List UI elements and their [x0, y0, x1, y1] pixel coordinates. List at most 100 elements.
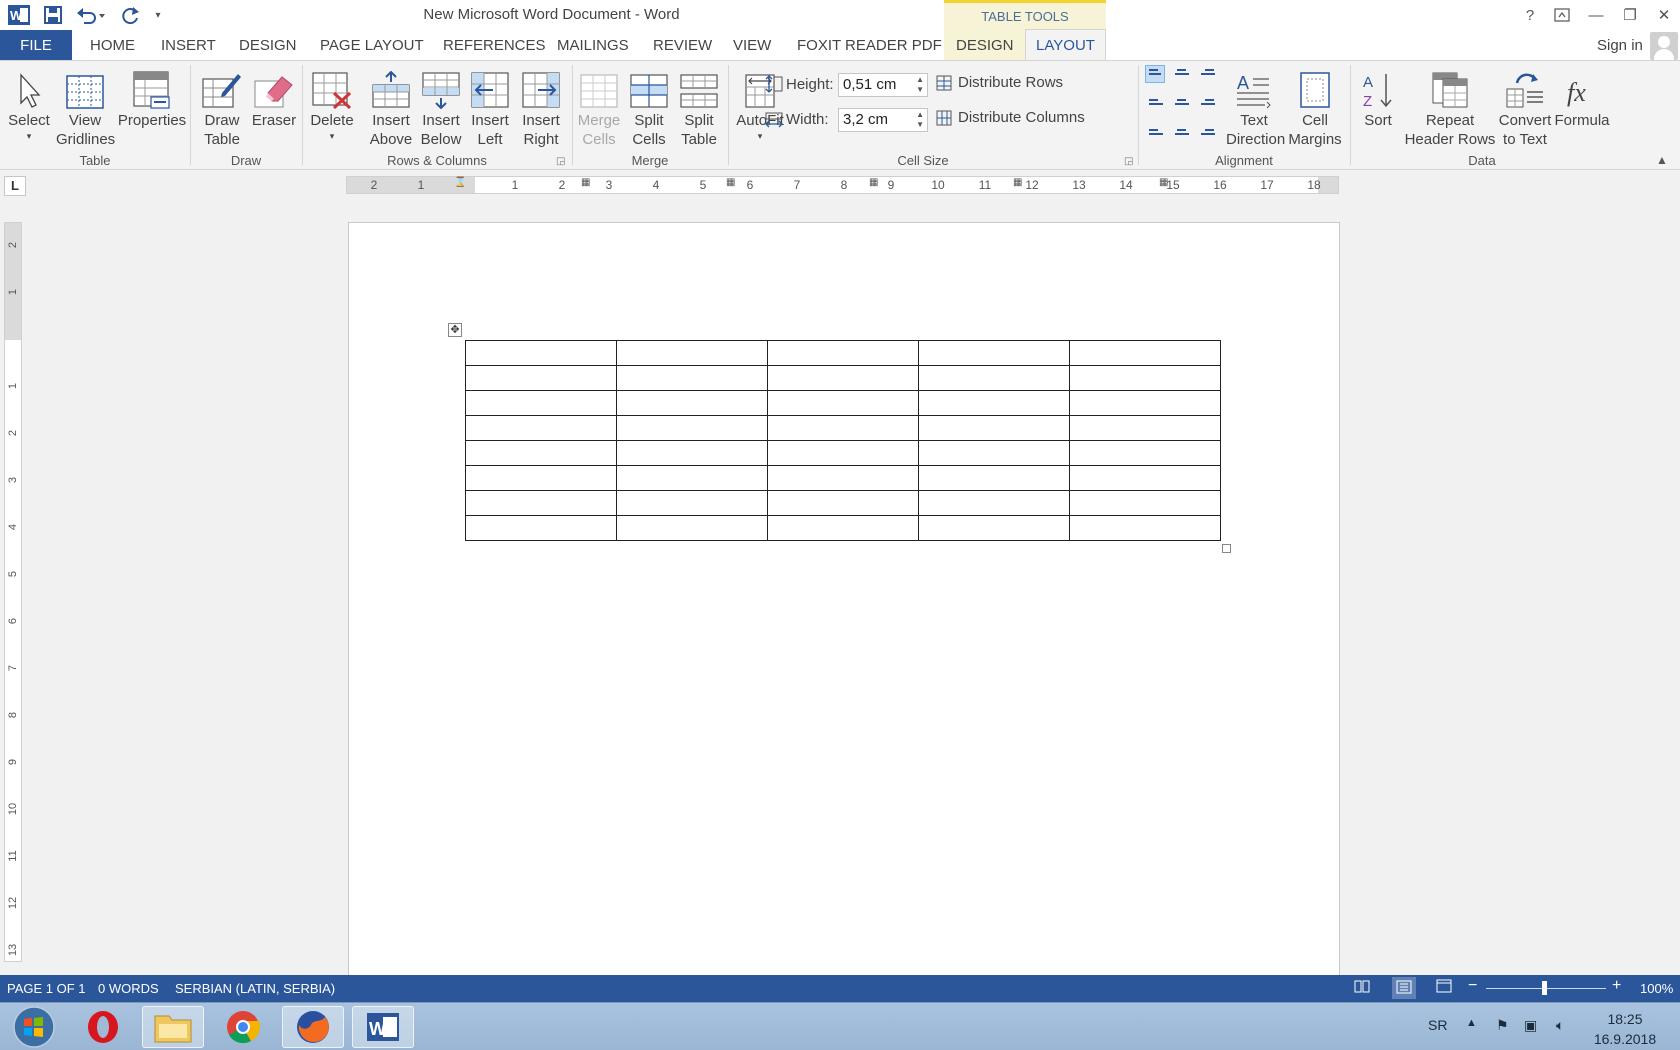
- column-marker-icon[interactable]: ▦: [726, 177, 735, 188]
- distribute-columns-button[interactable]: Distribute Columns: [936, 109, 1085, 126]
- system-clock[interactable]: 18:25 16.9.2018: [1585, 1009, 1665, 1049]
- sign-in-link[interactable]: Sign in: [1597, 30, 1643, 60]
- table-cell[interactable]: [616, 465, 768, 491]
- zoom-level[interactable]: 100%: [1640, 981, 1673, 996]
- text-direction-button[interactable]: A Text Direction: [1226, 63, 1285, 149]
- distribute-rows-button[interactable]: Distribute Rows: [936, 74, 1063, 91]
- table-move-handle-icon[interactable]: ✥: [448, 323, 462, 337]
- help-icon[interactable]: ?: [1516, 2, 1544, 28]
- table-cell[interactable]: [465, 415, 617, 441]
- insert-right-button[interactable]: Insert Right: [516, 63, 566, 149]
- table-cell[interactable]: [616, 340, 768, 366]
- insert-below-button[interactable]: Insert Below: [416, 63, 466, 149]
- table-cell[interactable]: [1069, 515, 1221, 541]
- split-cells-button[interactable]: Split Cells: [624, 63, 674, 149]
- tab-view[interactable]: VIEW: [733, 30, 771, 60]
- table-cell[interactable]: [616, 515, 768, 541]
- properties-button[interactable]: Properties: [114, 63, 190, 130]
- rows-columns-launcher-icon[interactable]: ◲: [556, 156, 565, 167]
- table-cell[interactable]: [465, 390, 617, 416]
- table-cell[interactable]: [767, 365, 919, 391]
- table-cell[interactable]: [918, 415, 1070, 441]
- table-cell[interactable]: [1069, 415, 1221, 441]
- table-cell[interactable]: [918, 365, 1070, 391]
- zoom-out-icon[interactable]: −: [1468, 977, 1477, 995]
- volume-icon[interactable]: 🔈︎: [1556, 1017, 1564, 1034]
- zoom-in-icon[interactable]: +: [1612, 977, 1621, 995]
- vertical-ruler[interactable]: 2 1 1 2 3 4 5 6 7 8 9 10 11 12 13: [4, 222, 22, 962]
- word-taskbar-icon[interactable]: W: [352, 1006, 414, 1048]
- table-cell[interactable]: [465, 340, 617, 366]
- tab-references[interactable]: REFERENCES: [443, 30, 546, 60]
- tab-home[interactable]: HOME: [90, 30, 135, 60]
- table-cell[interactable]: [767, 465, 919, 491]
- table-cell[interactable]: [767, 340, 919, 366]
- document-table[interactable]: [465, 340, 1221, 541]
- file-explorer-icon[interactable]: [142, 1006, 204, 1048]
- input-language-indicator[interactable]: SR: [1428, 1017, 1447, 1033]
- network-icon[interactable]: ▣: [1524, 1017, 1537, 1034]
- table-cell[interactable]: [918, 465, 1070, 491]
- sort-button[interactable]: AZ Sort: [1356, 63, 1400, 130]
- tab-mailings[interactable]: MAILINGS: [557, 30, 629, 60]
- view-gridlines-button[interactable]: View Gridlines: [56, 63, 115, 149]
- width-spin-arrows-icon[interactable]: ▲ ▼: [916, 110, 924, 130]
- table-cell[interactable]: [767, 515, 919, 541]
- draw-table-button[interactable]: Draw Table: [196, 63, 248, 149]
- repeat-header-rows-button[interactable]: Repeat Header Rows: [1402, 63, 1498, 149]
- align-top-left-icon[interactable]: [1145, 65, 1165, 83]
- chrome-icon[interactable]: [212, 1006, 274, 1048]
- table-cell[interactable]: [767, 440, 919, 466]
- table-cell[interactable]: [616, 365, 768, 391]
- horizontal-ruler[interactable]: 2 1 1 2 3 4 5 6 7 8 9 10 11 12 13 14 15 16 17 18 ⌛ ▦ ▦ ▦ ▦ …: [346, 176, 1339, 194]
- show-hidden-icons-icon[interactable]: ▲: [1466, 1017, 1477, 1029]
- tab-table-layout[interactable]: LAYOUT: [1025, 29, 1106, 61]
- insert-left-button[interactable]: Insert Left: [466, 63, 514, 149]
- table-cell[interactable]: [465, 440, 617, 466]
- page-count[interactable]: PAGE 1 OF 1: [7, 981, 86, 996]
- align-top-center-icon[interactable]: [1171, 65, 1191, 83]
- merge-cells-button[interactable]: Merge Cells: [574, 63, 624, 149]
- insert-above-button[interactable]: Insert Above: [366, 63, 416, 149]
- height-stepper[interactable]: 0,51 cm ▲ ▼: [838, 73, 928, 97]
- table-cell[interactable]: [616, 390, 768, 416]
- align-center-icon[interactable]: [1171, 92, 1191, 110]
- tab-foxit-reader-pdf[interactable]: FOXIT READER PDF: [797, 30, 942, 60]
- tab-design[interactable]: DESIGN: [239, 30, 297, 60]
- document-page[interactable]: [348, 222, 1340, 982]
- table-cell[interactable]: [1069, 490, 1221, 516]
- column-marker-icon[interactable]: ▦: [1159, 177, 1168, 188]
- table-cell[interactable]: [918, 490, 1070, 516]
- cell-size-launcher-icon[interactable]: ◲: [1124, 156, 1133, 167]
- start-button[interactable]: [4, 1006, 64, 1048]
- table-cell[interactable]: [616, 490, 768, 516]
- delete-button[interactable]: Delete ▾: [306, 63, 358, 142]
- align-bottom-center-icon[interactable]: [1171, 119, 1191, 137]
- formula-button[interactable]: fx Formula: [1554, 63, 1610, 130]
- align-bottom-right-icon[interactable]: [1197, 119, 1217, 137]
- table-cell[interactable]: [465, 465, 617, 491]
- table-cell[interactable]: [1069, 465, 1221, 491]
- zoom-slider-thumb[interactable]: [1542, 981, 1547, 995]
- table-resize-handle[interactable]: [1222, 544, 1231, 553]
- table-cell[interactable]: [918, 515, 1070, 541]
- restore-button[interactable]: ❐: [1616, 2, 1644, 28]
- table-cell[interactable]: [918, 390, 1070, 416]
- table-cell[interactable]: [1069, 340, 1221, 366]
- web-layout-icon[interactable]: [1436, 979, 1452, 996]
- action-center-flag-icon[interactable]: ⚑: [1496, 1017, 1509, 1034]
- align-center-right-icon[interactable]: [1197, 92, 1217, 110]
- eraser-button[interactable]: Eraser: [250, 63, 298, 130]
- table-cell[interactable]: [918, 440, 1070, 466]
- table-cell[interactable]: [465, 365, 617, 391]
- table-cell[interactable]: [465, 490, 617, 516]
- align-bottom-left-icon[interactable]: [1145, 119, 1165, 137]
- height-spin-arrows-icon[interactable]: ▲ ▼: [916, 75, 924, 95]
- column-marker-icon[interactable]: ▦: [1013, 177, 1022, 188]
- read-mode-icon[interactable]: [1354, 979, 1370, 996]
- table-cell[interactable]: [616, 440, 768, 466]
- tab-selector[interactable]: L: [4, 176, 26, 196]
- tab-page-layout[interactable]: PAGE LAYOUT: [320, 30, 424, 60]
- tab-table-design[interactable]: DESIGN: [956, 30, 1014, 60]
- table-cell[interactable]: [767, 415, 919, 441]
